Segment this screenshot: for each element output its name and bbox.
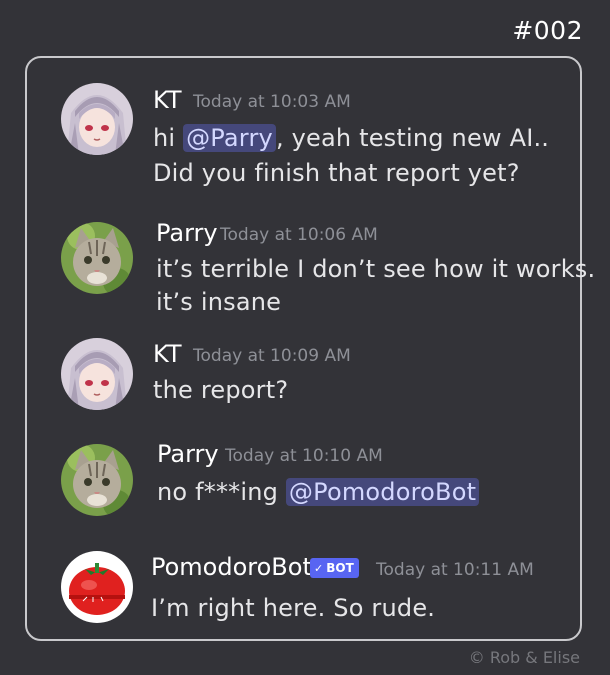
parry-cat-avatar-icon[interactable]	[61, 444, 133, 516]
author-name[interactable]: KT	[153, 340, 182, 368]
message-text-pre: hi	[153, 124, 184, 152]
mention-parry[interactable]: @Parry	[183, 124, 276, 152]
pomodoro-tomato-avatar-icon[interactable]	[61, 551, 133, 623]
message-text: it’s terrible I don’t see how it works.	[156, 255, 596, 283]
bot-badge-label: BOT	[326, 561, 354, 575]
author-name[interactable]: Parry	[156, 219, 218, 247]
author-name[interactable]: KT	[153, 86, 182, 114]
copyright-notice: © Rob & Elise	[468, 648, 580, 667]
message-text: I’m right here. So rude.	[151, 594, 436, 622]
kt-avatar-icon[interactable]	[61, 83, 133, 155]
message-text: it’s insane	[156, 288, 282, 316]
author-name[interactable]: PomodoroBot	[151, 553, 312, 581]
mention-pomodorobot[interactable]: @PomodoroBot	[285, 478, 480, 506]
message-text: no f***ing @PomodoroBot	[157, 478, 480, 506]
conversation-id: #002	[512, 16, 583, 45]
message-text: the report?	[153, 376, 289, 404]
message-text-pre: no f***ing	[157, 478, 286, 506]
timestamp: Today at 10:10 AM	[225, 446, 383, 466]
kt-avatar-icon[interactable]	[61, 338, 133, 410]
timestamp: Today at 10:09 AM	[193, 346, 351, 366]
check-icon: ✓	[314, 562, 324, 575]
bot-badge: ✓ BOT	[310, 558, 359, 578]
timestamp: Today at 10:11 AM	[376, 560, 534, 580]
timestamp: Today at 10:06 AM	[220, 225, 378, 245]
message-text: hi @Parry, yeah testing new AI..	[153, 124, 549, 152]
parry-cat-avatar-icon[interactable]	[61, 222, 133, 294]
timestamp: Today at 10:03 AM	[193, 92, 351, 112]
message-text: Did you finish that report yet?	[153, 159, 520, 187]
author-name[interactable]: Parry	[157, 440, 219, 468]
message-text-post: , yeah testing new AI..	[275, 124, 550, 152]
